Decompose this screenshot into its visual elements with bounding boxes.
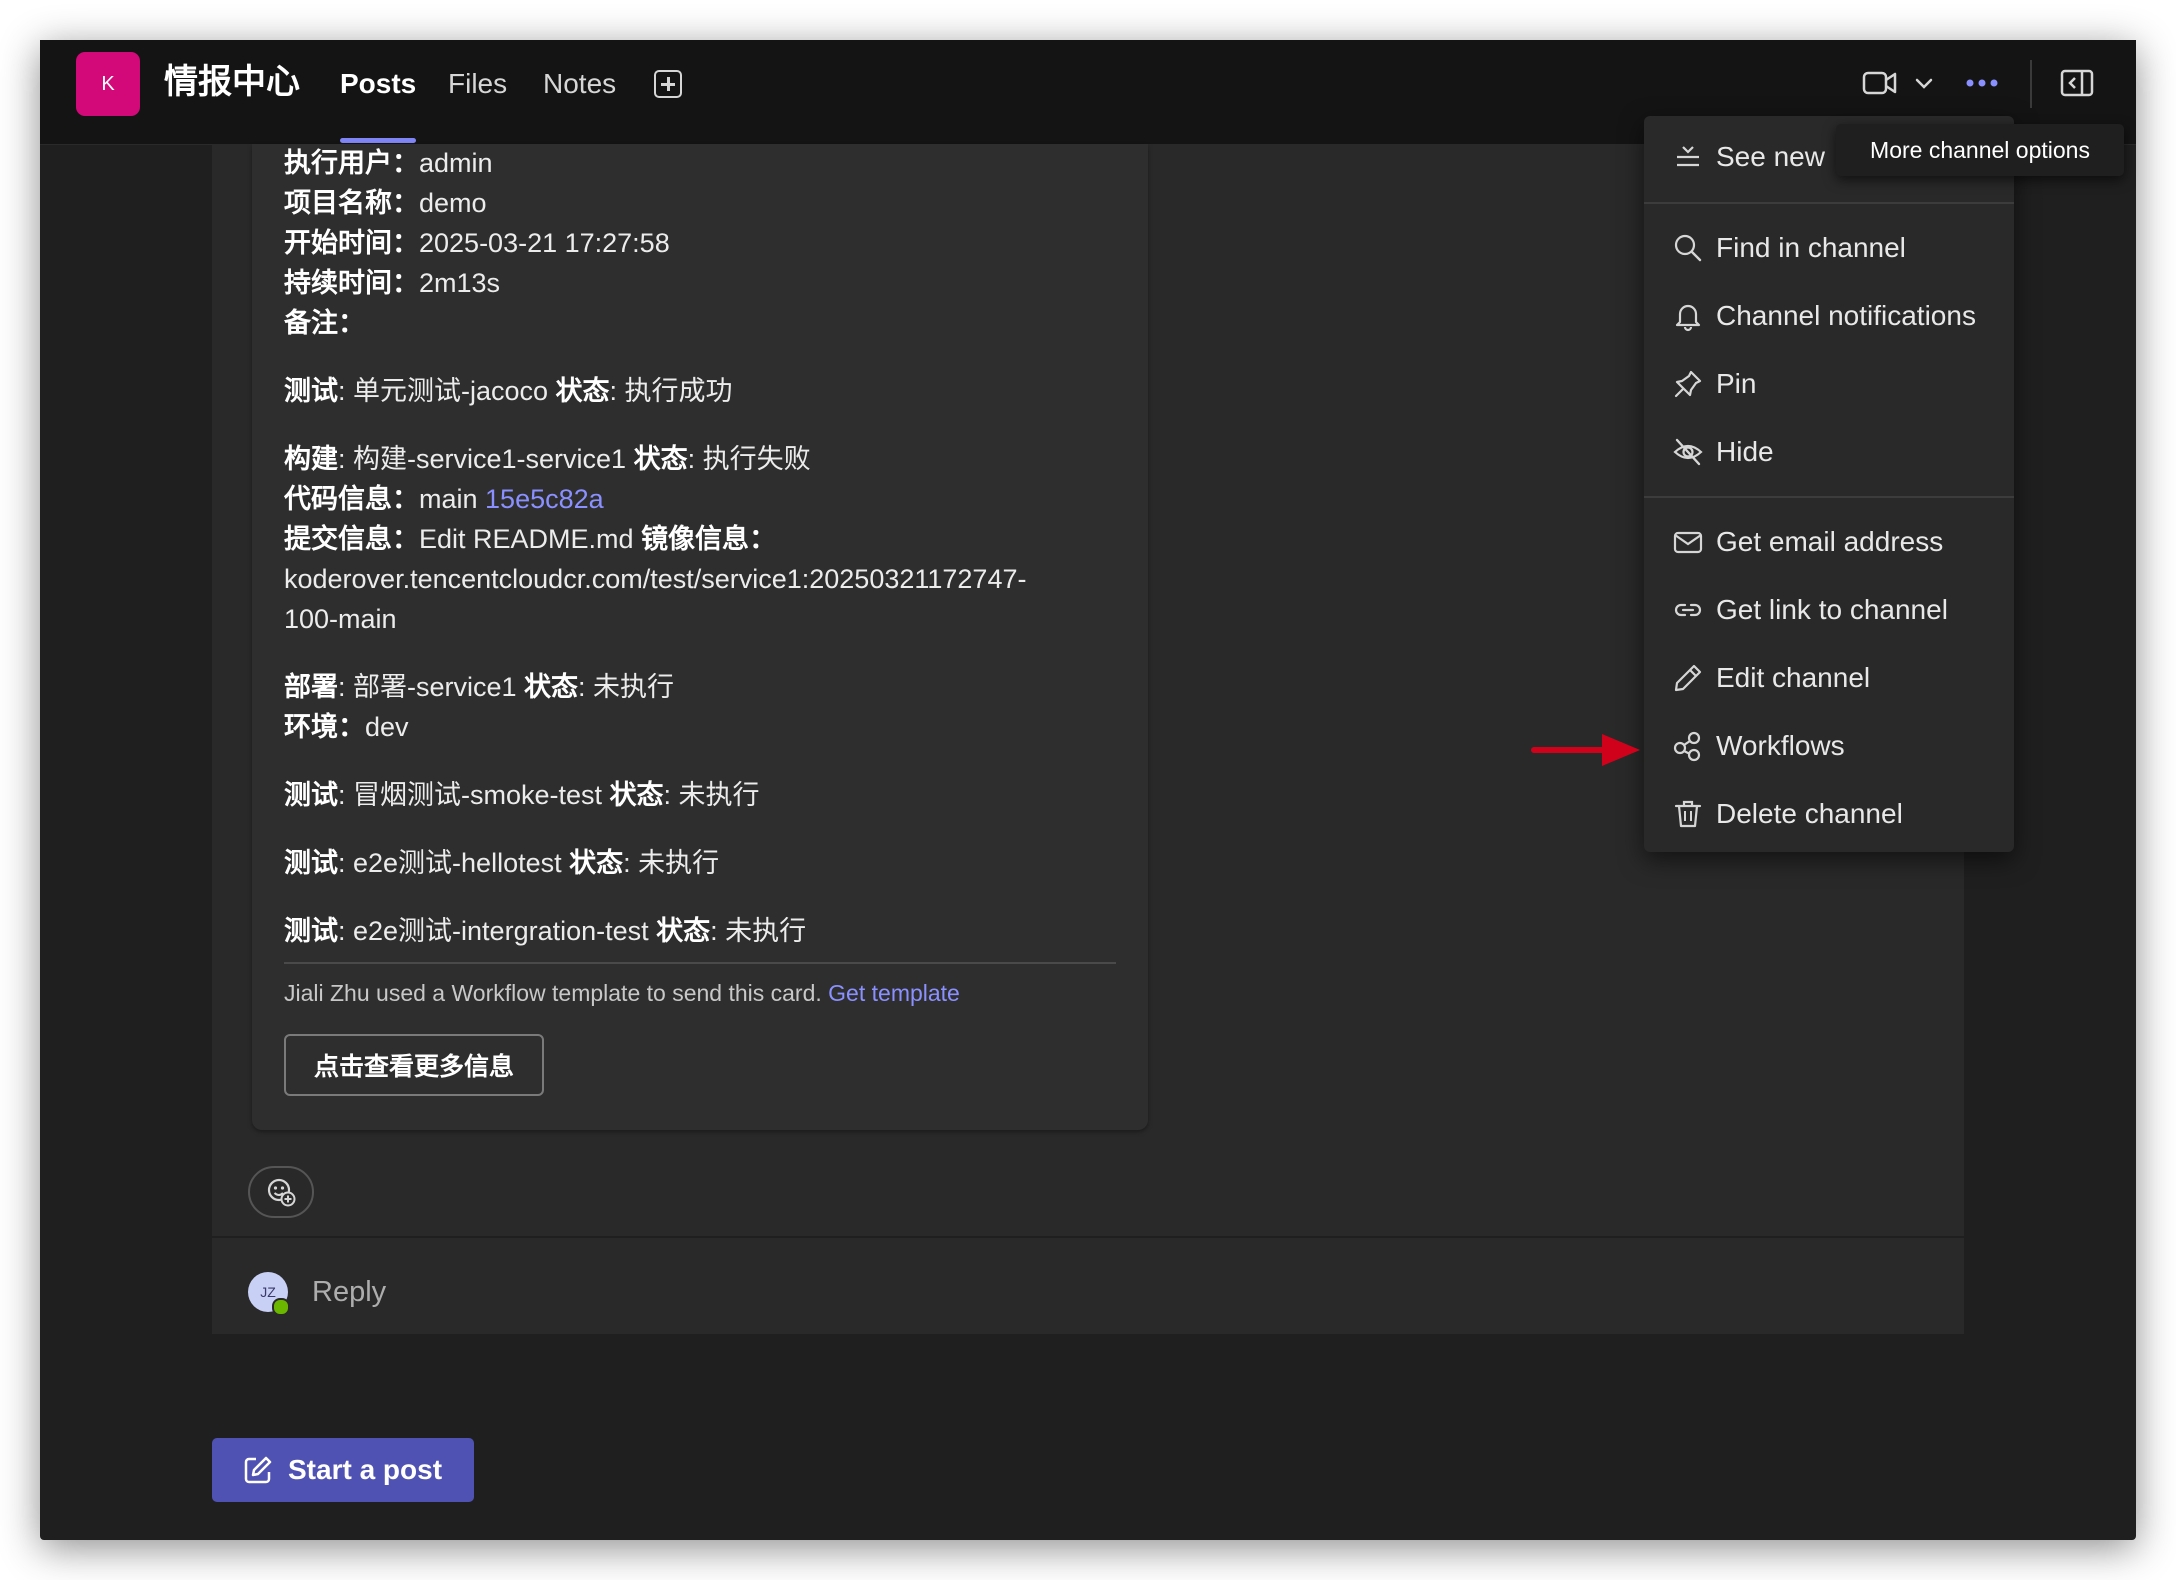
menu-label: Channel notifications [1716,300,1976,331]
compose-icon [244,1456,272,1484]
more-options-icon[interactable] [1964,76,2000,90]
pin-icon [1674,370,1702,398]
chevron-down-icon[interactable] [1914,76,1934,90]
emoji-add-icon [267,1178,296,1207]
presence-available-icon [272,1298,290,1316]
reply-bar[interactable] [212,1236,1964,1334]
menu-label: Get link to channel [1716,594,1948,625]
menu-item-delete-channel[interactable]: Delete channel [1644,784,2014,844]
bell-icon [1675,304,1701,332]
card-deploy: 部署: 部署-service1 状态: 未执行 [284,672,675,702]
card-divider [284,962,1116,964]
card-test-hellotest: 测试: e2e测试-hellotest 状态: 未执行 [284,848,720,878]
more-options-tooltip: More channel options [1836,124,2124,176]
team-avatar[interactable]: K [76,52,140,116]
annotation-arrow-icon [1531,734,1640,766]
team-avatar-initial: K [101,72,115,95]
menu-item-get-link[interactable]: Get link to channel [1644,580,2014,640]
start-post-button[interactable]: Start a post [212,1438,474,1502]
mail-icon [1673,531,1703,554]
menu-item-get-email[interactable]: Get email address [1644,512,2014,572]
card-row-duration: 持续时间：2m13s [284,268,501,298]
tab-posts[interactable]: Posts [340,64,416,104]
menu-label: Get email address [1716,526,1944,557]
card-image-line-1: koderover.tencentcloudcr.com/test/servic… [284,564,1027,594]
menu-item-hide[interactable]: Hide [1644,422,2014,482]
tab-files[interactable]: Files [448,64,507,104]
menu-label: Find in channel [1716,232,1906,263]
card-row-project: 项目名称：demo [284,188,487,218]
menu-item-channel-notifications[interactable]: Channel notifications [1644,286,2014,346]
card-row-user: 执行用户：admin [284,148,493,178]
toolbar-divider [2030,60,2032,108]
search-icon [1674,234,1702,262]
card-row-start-time: 开始时间：2025-03-21 17:27:58 [284,228,670,258]
menu-label: Delete channel [1716,798,1903,829]
card-row-note: 备注： [284,308,365,338]
card-test-smoke: 测试: 冒烟测试-smoke-test 状态: 未执行 [284,780,760,810]
open-side-panel-icon[interactable] [2060,68,2094,98]
workflows-icon [1673,731,1701,762]
menu-item-edit-channel[interactable]: Edit channel [1644,648,2014,708]
menu-label: See new [1716,141,1825,172]
card-build: 构建: 构建-service1-service1 状态: 执行失败 [284,444,811,474]
menu-label: Workflows [1716,730,1845,761]
commit-link[interactable]: 15e5c82a [485,484,604,514]
menu-label: Hide [1716,436,1774,467]
add-reaction-button[interactable] [248,1166,314,1218]
get-template-link[interactable]: Get template [828,980,960,1006]
trash-icon [1674,800,1702,828]
card-test-jacoco: 测试: 单元测试-jacoco 状态: 执行成功 [284,376,733,406]
video-call-icon[interactable] [1862,68,1898,98]
active-tab-indicator [340,138,416,143]
tab-notes[interactable]: Notes [543,64,616,104]
card-env: 环境：dev [284,712,409,742]
menu-item-find-in-channel[interactable]: Find in channel [1644,218,2014,278]
menu-separator [1644,496,2014,498]
eye-off-icon [1673,438,1703,466]
add-tab-icon[interactable] [654,70,682,98]
pencil-icon [1674,664,1702,692]
link-icon [1674,603,1702,617]
menu-item-pin[interactable]: Pin [1644,354,2014,414]
view-more-button[interactable]: 点击查看更多信息 [284,1034,544,1096]
reply-label[interactable]: Reply [312,1272,386,1312]
see-new-icon [1677,146,1699,167]
card-test-integration: 测试: e2e测试-intergration-test 状态: 未执行 [284,916,807,946]
menu-item-workflows[interactable]: Workflows [1644,716,2014,776]
card-image-line-2: 100-main [284,604,397,634]
card-code-info: 代码信息：main 15e5c82a [284,484,604,514]
start-post-label: Start a post [288,1454,443,1485]
menu-separator [1644,202,2014,204]
menu-label: Edit channel [1716,662,1871,693]
menu-label: Pin [1716,368,1757,399]
channel-title: 情报中心 [164,63,300,101]
card-commit-info: 提交信息：Edit README.md 镜像信息： [284,524,777,554]
card-footer: Jiali Zhu used a Workflow template to se… [284,980,960,1006]
